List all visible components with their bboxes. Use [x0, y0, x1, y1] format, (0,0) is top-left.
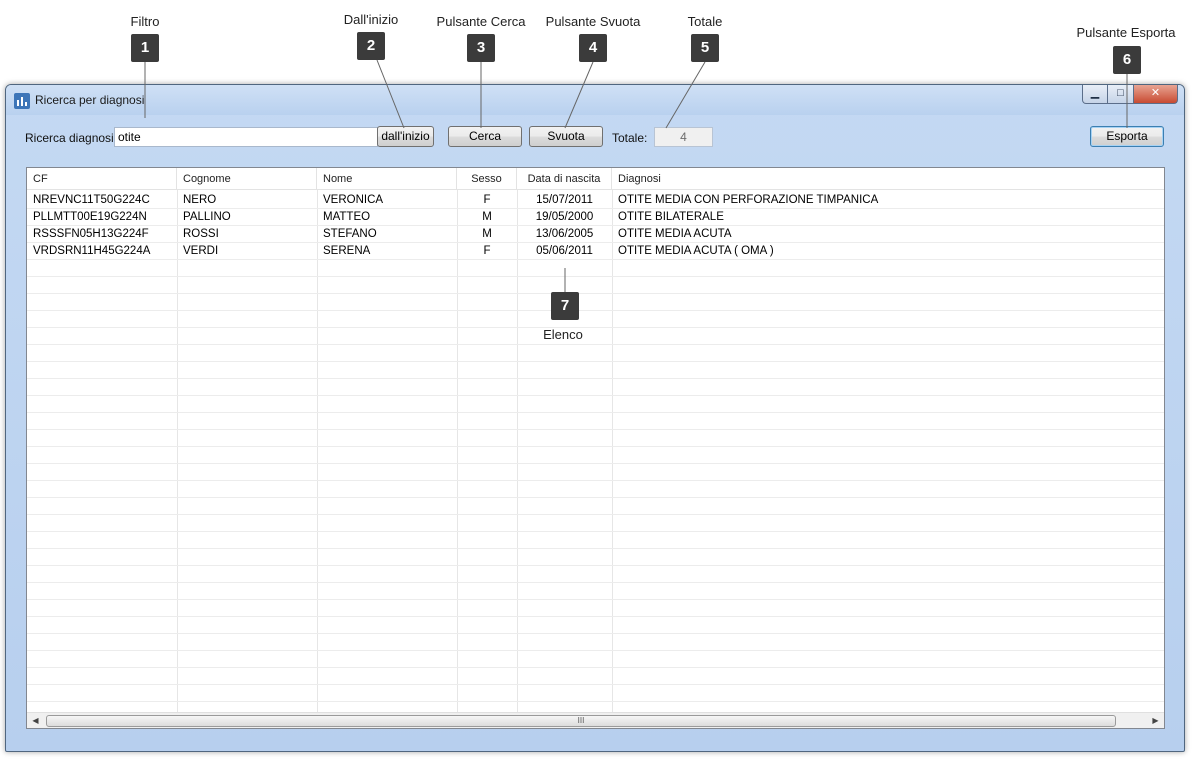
empty-row [27, 668, 1164, 685]
callout-label-elenco: Elenco [543, 327, 583, 342]
empty-row [27, 651, 1164, 668]
empty-row [27, 362, 1164, 379]
window-controls: ▁ □ ✕ [1082, 85, 1178, 105]
empty-row [27, 634, 1164, 651]
table-row[interactable]: RSSSFN05H13G224F ROSSI STEFANO M 13/06/2005 O… [27, 226, 1164, 243]
empty-row [27, 464, 1164, 481]
empty-row [27, 549, 1164, 566]
cell-nome: SERENA [323, 245, 371, 257]
bar-chart-icon [14, 93, 30, 109]
total-value-field: 4 [654, 127, 713, 147]
callout-label-filtro: Filtro [130, 14, 160, 29]
empty-row [27, 617, 1164, 634]
scroll-right-icon[interactable]: ▶ [1147, 713, 1164, 728]
empty-row [27, 260, 1164, 277]
empty-row [27, 566, 1164, 583]
scroll-left-icon[interactable]: ◀ [27, 713, 44, 728]
empty-row [27, 685, 1164, 702]
cell-cognome: NERO [183, 194, 217, 206]
cell-cf: NREVNC11T50G224C [33, 194, 150, 206]
callout-label-pulsante-svuota: Pulsante Svuota [545, 14, 641, 29]
empty-row [27, 600, 1164, 617]
cell-cognome: ROSSI [183, 228, 219, 240]
cell-nome: STEFANO [323, 228, 377, 240]
from-start-button[interactable]: dall'inizio [377, 126, 434, 147]
grid-header: CF Cognome Nome Sesso Data di nascita Di… [27, 168, 1164, 190]
search-diagnosis-label: Ricerca diagnosi [25, 131, 114, 145]
results-list[interactable]: CF Cognome Nome Sesso Data di nascita Di… [26, 167, 1165, 729]
cell-data-di-nascita: 19/05/2000 [535, 211, 594, 223]
empty-row [27, 481, 1164, 498]
cell-sesso: M [482, 211, 492, 223]
scroll-thumb[interactable]: III [46, 715, 1116, 727]
clear-button[interactable]: Svuota [529, 126, 603, 147]
empty-row [27, 345, 1164, 362]
search-button[interactable]: Cerca [448, 126, 522, 147]
window-title: Ricerca per diagnosi [35, 93, 145, 107]
title-bar[interactable]: Ricerca per diagnosi ▁ □ ✕ [6, 85, 1184, 115]
cell-sesso: F [483, 245, 491, 257]
cell-cf: VRDSRN11H45G224A [33, 245, 151, 257]
close-button[interactable]: ✕ [1134, 85, 1178, 104]
empty-row [27, 277, 1164, 294]
search-diagnosis-input[interactable]: otite [114, 127, 378, 147]
empty-row [27, 532, 1164, 549]
empty-row [27, 396, 1164, 413]
horizontal-scrollbar[interactable]: ◀ III ▶ [27, 712, 1164, 728]
minimize-button[interactable]: ▁ [1082, 85, 1108, 104]
cell-sesso: F [483, 194, 491, 206]
cell-sesso: M [482, 228, 492, 240]
empty-row [27, 328, 1164, 345]
cell-diagnosi: OTITE MEDIA ACUTA [618, 228, 732, 240]
cell-cognome: VERDI [183, 245, 219, 257]
callout-number-7: 7 [551, 292, 579, 320]
empty-row [27, 379, 1164, 396]
callout-label-pulsante-esporta: Pulsante Esporta [1076, 25, 1176, 40]
cell-nome: VERONICA [323, 194, 384, 206]
empty-row [27, 413, 1164, 430]
column-header-cognome[interactable]: Cognome [177, 168, 317, 190]
callout-number-4: 4 [579, 34, 607, 62]
column-header-sesso[interactable]: Sesso [457, 168, 517, 190]
total-label: Totale: [612, 131, 648, 145]
callout-number-5: 5 [691, 34, 719, 62]
cell-diagnosi: OTITE BILATERALE [618, 211, 724, 223]
column-header-nome[interactable]: Nome [317, 168, 457, 190]
cell-cf: RSSSFN05H13G224F [33, 228, 149, 240]
cell-data-di-nascita: 13/06/2005 [535, 228, 594, 240]
empty-row [27, 311, 1164, 328]
callout-label-pulsante-cerca: Pulsante Cerca [436, 14, 526, 29]
callout-number-2: 2 [357, 32, 385, 60]
ricerca-per-diagnosi-window: Ricerca per diagnosi ▁ □ ✕ Ricerca diagn… [5, 84, 1185, 752]
table-row[interactable]: NREVNC11T50G224C NERO VERONICA F 15/07/2011 O… [27, 192, 1164, 209]
column-header-cf[interactable]: CF [27, 168, 177, 190]
callout-number-6: 6 [1113, 46, 1141, 74]
cell-cognome: PALLINO [183, 211, 231, 223]
callout-label-dall-inizio: Dall'inizio [343, 12, 399, 27]
cell-nome: MATTEO [323, 211, 371, 223]
table-row[interactable]: PLLMTT00E19G224N PALLINO MATTEO M 19/05/2000… [27, 209, 1164, 226]
cell-diagnosi: OTITE MEDIA CON PERFORAZIONE TIMPANICA [618, 194, 879, 206]
cell-data-di-nascita: 15/07/2011 [536, 194, 593, 206]
empty-row [27, 430, 1164, 447]
empty-row [27, 515, 1164, 532]
empty-row [27, 294, 1164, 311]
export-button[interactable]: Esporta [1090, 126, 1164, 147]
table-row[interactable]: VRDSRN11H45G224A VERDI SERENA F 05/06/2011 OT… [27, 243, 1164, 260]
column-header-data-di-nascita[interactable]: Data di nascita [517, 168, 612, 190]
callout-number-3: 3 [467, 34, 495, 62]
empty-row [27, 498, 1164, 515]
empty-row [27, 447, 1164, 464]
column-header-diagnosi[interactable]: Diagnosi [612, 168, 1164, 190]
cell-data-di-nascita: 05/06/2011 [536, 245, 593, 257]
empty-row [27, 583, 1164, 600]
callout-label-totale: Totale [687, 14, 723, 29]
cell-cf: PLLMTT00E19G224N [33, 211, 147, 223]
callout-number-1: 1 [131, 34, 159, 62]
maximize-button[interactable]: □ [1108, 85, 1134, 104]
cell-diagnosi: OTITE MEDIA ACUTA ( OMA ) [618, 245, 774, 257]
